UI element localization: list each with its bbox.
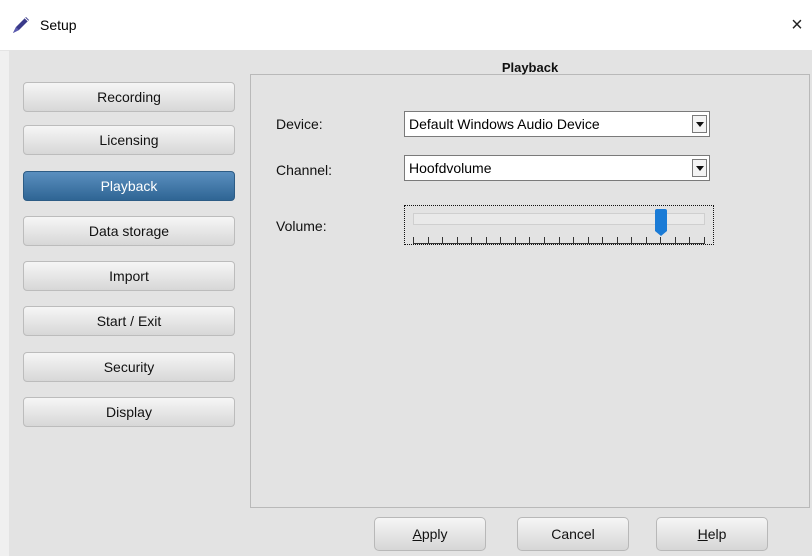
cancel-button[interactable]: Cancel <box>517 517 629 551</box>
chevron-down-icon[interactable] <box>692 159 707 177</box>
panel-title: Playback <box>501 60 559 75</box>
volume-slider[interactable] <box>404 205 714 245</box>
slider-tick <box>689 237 691 243</box>
volume-label: Volume: <box>276 218 327 234</box>
app-quill-icon <box>13 17 29 33</box>
slider-tick <box>427 237 429 243</box>
slider-tick <box>587 237 589 243</box>
slider-tick <box>456 237 458 243</box>
device-label: Device: <box>276 116 323 132</box>
slider-tick <box>660 237 662 243</box>
sidebar-item-display[interactable]: Display <box>23 397 235 427</box>
sidebar-item-recording[interactable]: Recording <box>23 82 235 112</box>
slider-tick <box>616 237 618 243</box>
slider-tick <box>602 237 604 243</box>
slider-tick <box>442 237 444 243</box>
sidebar-item-import[interactable]: Import <box>23 261 235 291</box>
slider-tick <box>413 237 414 243</box>
slider-tick <box>573 237 575 243</box>
slider-thumb[interactable] <box>655 209 668 236</box>
slider-tick <box>645 237 647 243</box>
device-dropdown[interactable]: Default Windows Audio Device <box>404 111 710 137</box>
channel-value: Hoofdvolume <box>409 160 492 176</box>
sidebar-item-security[interactable]: Security <box>23 352 235 382</box>
sidebar-item-start-exit[interactable]: Start / Exit <box>23 306 235 336</box>
close-button[interactable]: × <box>782 10 812 40</box>
help-button[interactable]: Help <box>656 517 768 551</box>
device-value: Default Windows Audio Device <box>409 116 600 132</box>
sidebar-item-licensing[interactable]: Licensing <box>23 125 235 155</box>
title-bar: Setup × <box>0 0 812 51</box>
slider-tick <box>485 237 487 243</box>
slider-tick <box>631 237 633 243</box>
chevron-down-icon[interactable] <box>692 115 707 133</box>
settings-panel <box>250 74 810 508</box>
slider-tick <box>543 237 545 243</box>
window-title: Setup <box>40 17 77 33</box>
slider-tick <box>558 237 560 243</box>
channel-dropdown[interactable]: Hoofdvolume <box>404 155 710 181</box>
slider-tick <box>471 237 473 243</box>
apply-button[interactable]: Apply <box>374 517 486 551</box>
channel-label: Channel: <box>276 162 333 178</box>
slider-tick <box>704 237 705 243</box>
sidebar-item-playback[interactable]: Playback <box>23 171 235 201</box>
sidebar-item-data-storage[interactable]: Data storage <box>23 216 235 246</box>
slider-tick <box>674 237 676 243</box>
slider-tick <box>514 237 516 243</box>
slider-tick <box>529 237 531 243</box>
slider-ticks <box>413 233 705 244</box>
slider-tick <box>500 237 502 243</box>
